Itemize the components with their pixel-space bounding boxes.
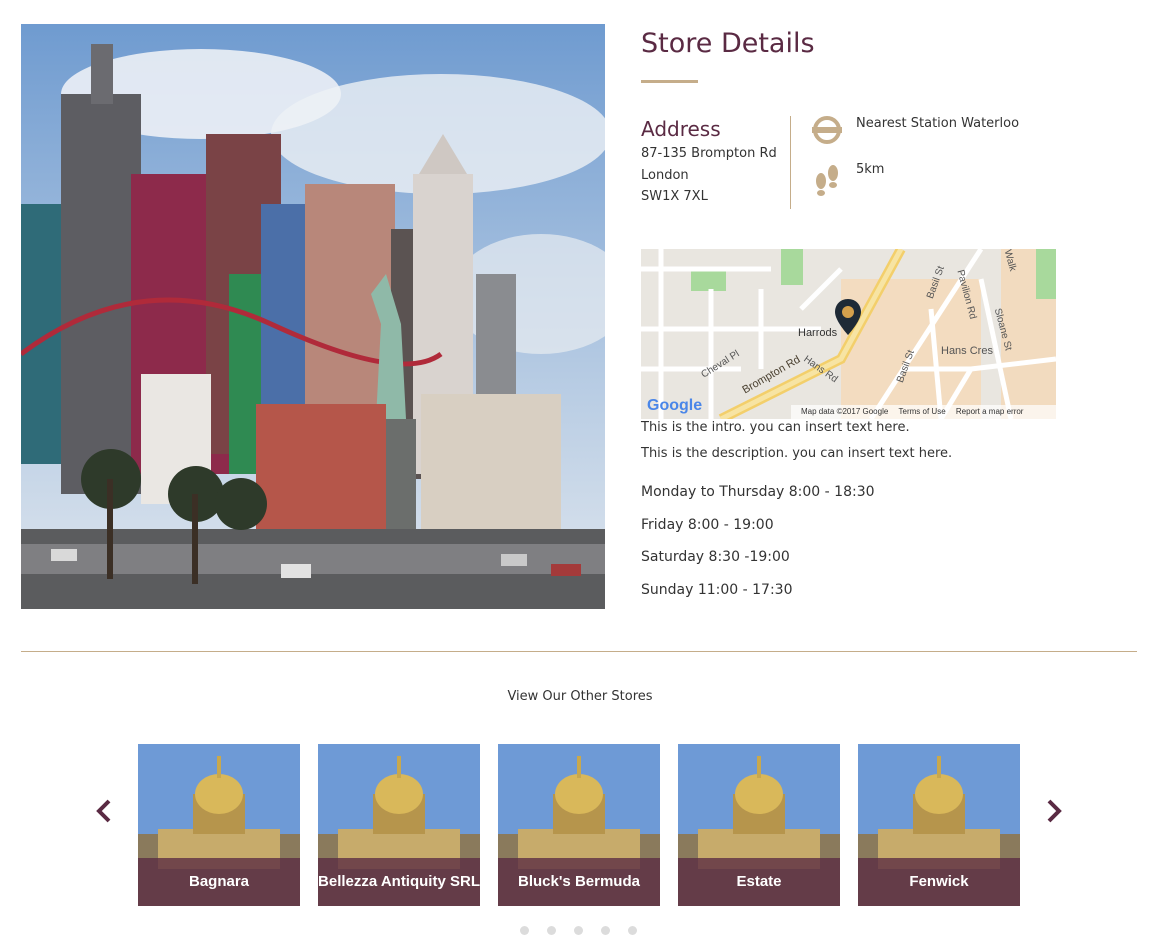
page-title: Store Details: [641, 28, 815, 59]
details-divider: [790, 116, 791, 209]
store-card-label: Estate: [678, 858, 840, 906]
address-line-2: London: [641, 168, 689, 183]
google-logo: Google: [647, 397, 703, 414]
store-card-label: Fenwick: [858, 858, 1020, 906]
carousel-dot[interactable]: [574, 926, 583, 935]
chevron-right-icon[interactable]: [1042, 798, 1066, 824]
carousel-dot[interactable]: [547, 926, 556, 935]
underground-roundel-icon: [811, 114, 843, 146]
map-pin-icon[interactable]: [835, 299, 861, 337]
store-description: This is the description. you can insert …: [641, 446, 953, 461]
nearest-station: Nearest Station Waterloo: [856, 116, 1020, 131]
address-line-1: 87-135 Brompton Rd: [641, 146, 777, 161]
other-stores-heading: View Our Other Stores: [507, 689, 653, 704]
title-underline: [641, 80, 698, 83]
hours-line: Friday 8:00 - 19:00: [641, 517, 774, 533]
map-data-text: Map data ©2017 Google: [801, 407, 889, 416]
footprints-icon: [811, 164, 843, 196]
store-map[interactable]: Harrods Cheval Pl Brompton Rd Hans Rd Ba…: [641, 249, 1056, 419]
hours-line: Saturday 8:30 -19:00: [641, 549, 790, 565]
map-footer: Map data ©2017 Google Terms of Use Repor…: [791, 405, 1056, 419]
store-photo: [21, 24, 605, 609]
hours-line: Sunday 11:00 - 17:30: [641, 582, 793, 598]
address-line-3: SW1X 7XL: [641, 189, 708, 204]
carousel-dot[interactable]: [628, 926, 637, 935]
store-card[interactable]: Bagnara: [138, 744, 300, 906]
store-card[interactable]: Bellezza Antiquity SRL: [318, 744, 480, 906]
report-map-error-link[interactable]: Report a map error: [956, 407, 1024, 416]
terms-of-use-link[interactable]: Terms of Use: [899, 407, 946, 416]
store-card[interactable]: Estate: [678, 744, 840, 906]
chevron-left-icon[interactable]: [92, 798, 116, 824]
store-hero-image: [21, 24, 605, 609]
store-card[interactable]: Fenwick: [858, 744, 1020, 906]
section-divider: [21, 651, 1137, 652]
map-pin-label: Harrods: [798, 327, 838, 339]
address-heading: Address: [641, 117, 721, 141]
distance-value: 5km: [856, 162, 885, 177]
store-card[interactable]: Bluck's Bermuda: [498, 744, 660, 906]
street-label: Hans Cres: [941, 345, 993, 357]
store-intro: This is the intro. you can insert text h…: [641, 420, 910, 435]
carousel-dot[interactable]: [601, 926, 610, 935]
store-card-label: Bellezza Antiquity SRL: [318, 858, 480, 906]
carousel-dot[interactable]: [520, 926, 529, 935]
hours-line: Monday to Thursday 8:00 - 18:30: [641, 484, 875, 500]
store-card-label: Bluck's Bermuda: [498, 858, 660, 906]
store-card-label: Bagnara: [138, 858, 300, 906]
